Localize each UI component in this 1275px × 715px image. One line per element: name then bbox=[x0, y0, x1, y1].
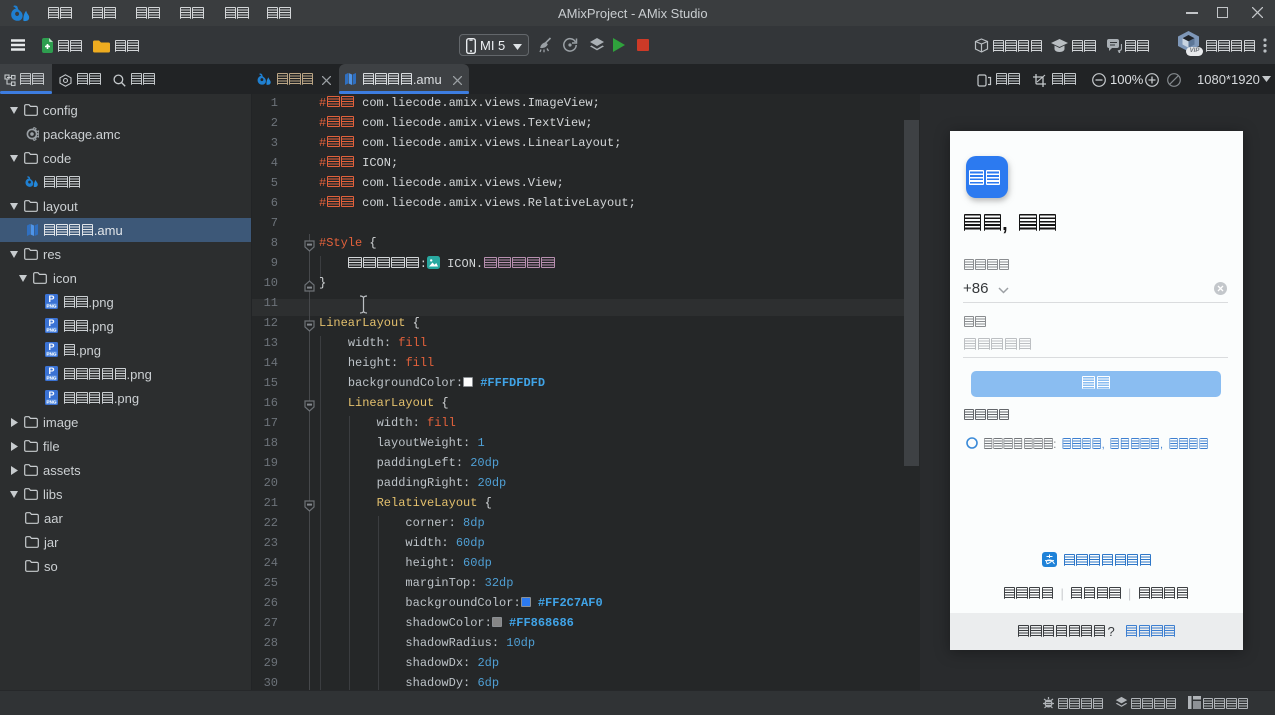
svg-text:PNG: PNG bbox=[47, 375, 57, 380]
svg-text:PNG: PNG bbox=[47, 303, 57, 308]
svg-text:PNG: PNG bbox=[47, 399, 57, 404]
svg-text:PNG: PNG bbox=[47, 327, 57, 332]
svg-text:PNG: PNG bbox=[47, 351, 57, 356]
